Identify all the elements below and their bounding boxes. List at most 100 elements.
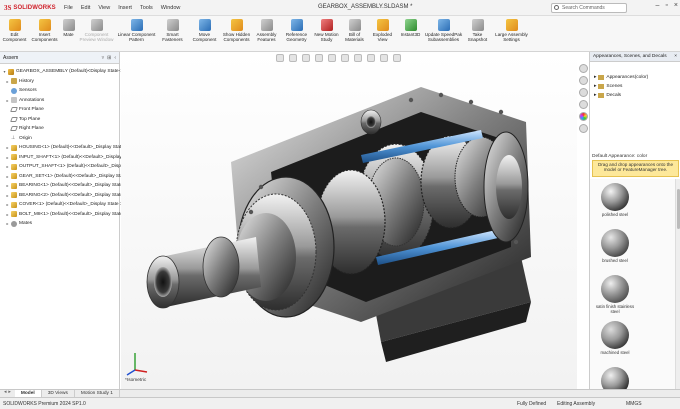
tree-item-appearances[interactable]: ▸ Appearances(color) [594, 75, 648, 80]
swatch-scrollbar[interactable] [675, 179, 680, 389]
appearances-icon[interactable] [578, 112, 588, 121]
search-commands-input[interactable]: Search Commands [551, 3, 627, 13]
appearance-swatch[interactable]: machined steel [594, 321, 636, 355]
part-icon [11, 163, 17, 170]
ribbon-button[interactable]: Exploded View [368, 16, 398, 51]
tree-item[interactable]: Front Plane [5, 105, 44, 114]
view-palette-icon[interactable] [578, 100, 588, 109]
ribbon-button[interactable]: Assembly Features [252, 16, 282, 51]
menu-window[interactable]: Window [161, 5, 181, 11]
menu-edit[interactable]: Edit [81, 5, 90, 11]
gearbox-model[interactable] [121, 52, 577, 389]
solidworks-resources-icon[interactable] [578, 64, 588, 73]
expand-icon[interactable]: ▸ [5, 174, 10, 179]
app-logo[interactable]: 3S SOLIDWORKS [4, 4, 58, 12]
ribbon-button-icon [38, 19, 51, 31]
tab-next-icon[interactable]: ▸ [8, 390, 10, 397]
menu-view[interactable]: View [98, 5, 110, 11]
close-icon[interactable]: × [674, 2, 678, 9]
appearances-panel-header: Appearances, Scenes, and Decals × [590, 52, 680, 62]
coordinate-triad-icon [126, 353, 148, 376]
swatch-sphere [601, 183, 629, 211]
ribbon-button[interactable]: Mate [60, 16, 78, 51]
tree-item[interactable]: ▸ Annotations [5, 96, 44, 105]
ribbon-button-icon [62, 19, 75, 31]
appearance-swatch[interactable] [594, 367, 636, 389]
tree-item-label: Right Plane [19, 126, 44, 131]
minimize-icon[interactable]: – [656, 2, 660, 9]
tree-item[interactable]: ⊥ Origin [5, 134, 32, 143]
unit-system[interactable]: MMGS [626, 401, 642, 407]
filter-icon[interactable]: ▿ [102, 55, 105, 61]
tree-item[interactable]: Right Plane [5, 124, 44, 133]
expand-icon[interactable]: ▸ [5, 193, 10, 198]
expand-icon[interactable]: ▸ [5, 98, 10, 103]
ribbon-button-icon [320, 19, 333, 31]
ribbon-button[interactable]: Show Hidden Components [222, 16, 252, 51]
ribbon-button[interactable]: Take Snapshot [464, 16, 492, 51]
tree-item[interactable]: ▸ GEAR_SET<1> (Default)<<Default>_Display… [5, 172, 134, 181]
expand-icon[interactable]: ▸ [5, 183, 10, 188]
tab-3d-views[interactable]: 3D Views [42, 390, 75, 397]
expand-icon[interactable]: ▾ [2, 69, 7, 74]
tree-item[interactable]: ▸ Mates [5, 219, 32, 228]
ribbon-button[interactable]: Move Component [188, 16, 222, 51]
expand-icon[interactable]: ▸ [5, 79, 10, 84]
tree-item-scenes[interactable]: ▸ Scenes [594, 84, 622, 89]
part-icon [11, 182, 17, 189]
pin-icon[interactable]: ⊞ [107, 55, 111, 61]
tree-item[interactable]: ▸ BOLT_M8<1> (Default)<<Default>_Display … [5, 210, 130, 219]
tree-item[interactable]: Sensors [5, 86, 37, 95]
ribbon-button[interactable]: Smart Fasteners [158, 16, 188, 51]
ribbon-button[interactable]: Insert Components [30, 16, 60, 51]
tree-item[interactable]: ▸ BEARING<1> (Default)<<Default>_Display … [5, 181, 130, 190]
ribbon-button[interactable]: Linear Component Pattern [116, 16, 158, 51]
collapse-icon[interactable]: ‹ [114, 55, 116, 61]
tab-prev-icon[interactable]: ◂ [4, 390, 6, 397]
maximize-icon[interactable]: ▫ [665, 2, 667, 9]
ribbon-button[interactable]: Edit Component [0, 16, 30, 51]
input-shaft-collar [202, 236, 240, 298]
ribbon-button[interactable]: Bill of Materials [342, 16, 368, 51]
panel-close-icon[interactable]: × [674, 54, 677, 59]
custom-properties-icon[interactable] [578, 124, 588, 133]
ribbon-button[interactable]: New Motion Study [312, 16, 342, 51]
bolt [513, 239, 519, 245]
part-icon [11, 154, 17, 160]
ribbon-button[interactable]: Reference Geometry [282, 16, 312, 51]
tree-item[interactable]: ▸ BEARING<2> (Default)<<Default>_Display … [5, 191, 130, 200]
appearance-swatch[interactable]: brushed steel [594, 229, 636, 263]
graphics-viewport[interactable]: *Isometric [121, 52, 577, 389]
expand-icon[interactable]: ▸ [5, 221, 10, 226]
tree-item[interactable]: ▸ COVER<1> (Default)<<Default>_Display St… [5, 200, 125, 209]
tree-item[interactable]: ▾ GEARBOX_ASSEMBLY (Default)<Display Stat… [2, 67, 126, 76]
ribbon-button[interactable]: Update SpeedPak Subassemblies [424, 16, 464, 51]
appearance-swatch[interactable]: polished steel [594, 183, 636, 217]
design-library-icon[interactable] [578, 76, 588, 85]
tree-item[interactable]: ▸ History [5, 77, 34, 86]
part-icon [11, 211, 17, 217]
menu-insert[interactable]: Insert [118, 5, 132, 11]
tree-item[interactable]: ▸ HOUSING<1> (Default)<<Default>_Display … [5, 143, 131, 152]
tree-item[interactable]: Top Plane [5, 115, 40, 124]
bolt [258, 184, 264, 190]
ribbon-button[interactable]: Large Assembly Settings [492, 16, 532, 51]
tree-item-decals[interactable]: ▸ Decals [594, 93, 621, 98]
expand-icon[interactable]: ▸ [5, 202, 10, 207]
tab-scroll-arrows[interactable]: ◂ ▸ [0, 390, 15, 397]
expand-icon[interactable]: ▸ [5, 212, 10, 217]
file-explorer-icon[interactable] [578, 88, 588, 97]
folder-icon [598, 84, 605, 89]
expand-icon[interactable]: ▸ [5, 155, 10, 160]
ribbon-button[interactable]: Component Preview Window [78, 16, 116, 51]
expand-icon[interactable]: ▸ [5, 145, 10, 150]
appearance-swatch[interactable]: satin finish stainless steel [594, 275, 636, 314]
part-icon [11, 192, 17, 198]
tab-motion-study[interactable]: Motion Study 1 [75, 390, 120, 397]
expand-icon[interactable]: ▸ [5, 164, 10, 169]
menu-file[interactable]: File [64, 5, 73, 11]
ribbon-button[interactable]: Instant3D [398, 16, 424, 51]
tab-model[interactable]: Model [14, 390, 42, 397]
part-icon [11, 173, 17, 179]
menu-tools[interactable]: Tools [140, 5, 153, 11]
